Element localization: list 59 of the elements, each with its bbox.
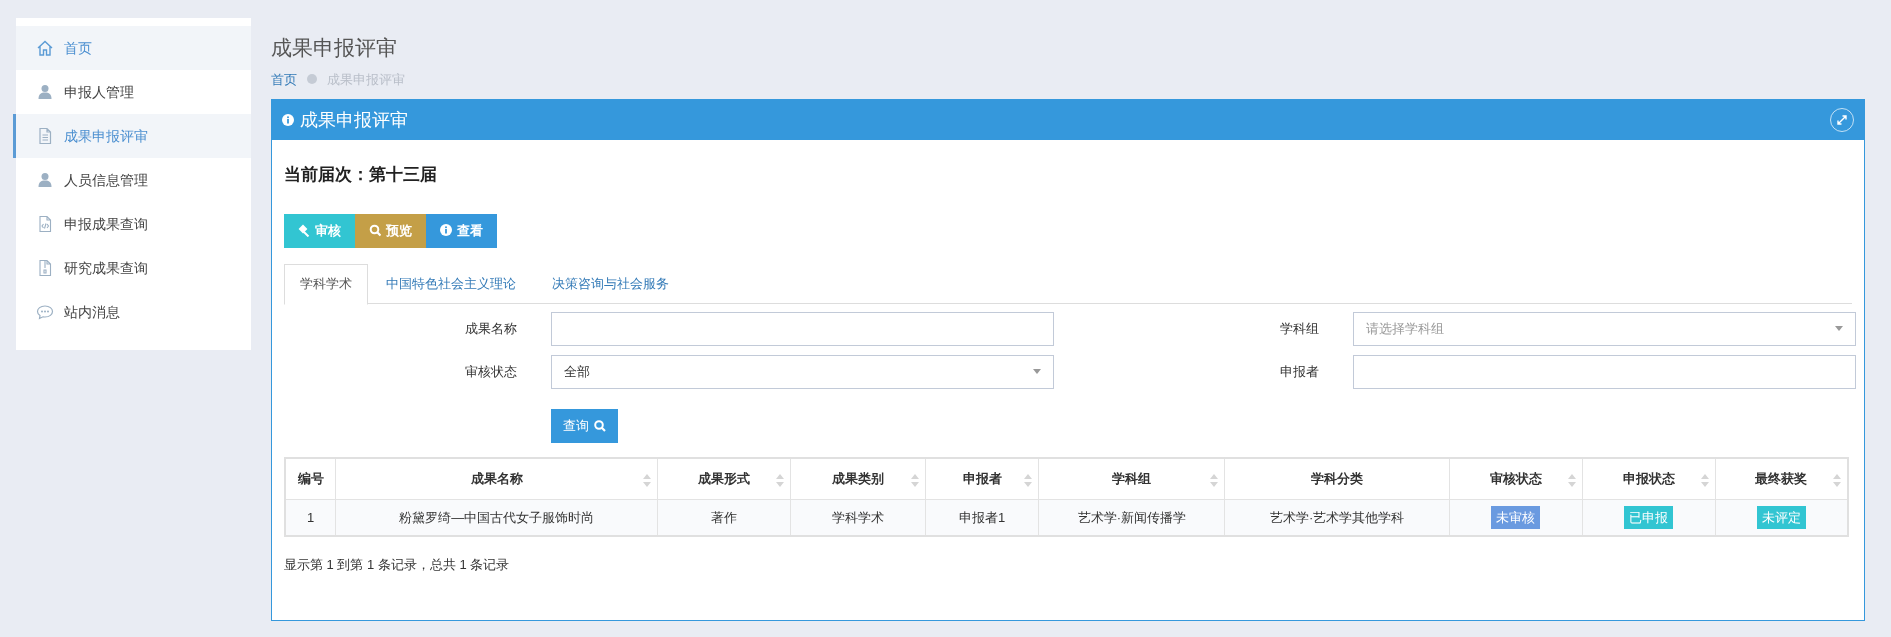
user-icon	[36, 171, 54, 189]
category-tab[interactable]: 决策咨询与社会服务	[534, 263, 687, 304]
column-header[interactable]: 申报者	[962, 471, 1002, 486]
expand-icon	[1836, 114, 1848, 126]
sort-icon[interactable]	[1567, 473, 1576, 487]
table-cell: 申报者1	[958, 509, 1006, 525]
dropdown-caret-icon	[1835, 326, 1843, 331]
archive-file-icon	[36, 259, 54, 277]
category-tab[interactable]: 中国特色社会主义理论	[368, 263, 534, 304]
column-header[interactable]: 最终获奖	[1755, 471, 1808, 486]
text-field[interactable]	[1353, 354, 1856, 389]
search-icon	[369, 224, 381, 237]
chat-icon	[36, 303, 54, 321]
pagination-summary: 显示第 1 到第 1 条记录，总共 1 条记录	[284, 555, 510, 574]
status-badge: 已申报	[1624, 505, 1674, 529]
user-icon	[36, 83, 54, 101]
sort-icon[interactable]	[775, 473, 784, 487]
field-label: 审核状态	[465, 362, 517, 381]
dropdown-caret-icon	[1033, 369, 1041, 374]
column-header[interactable]: 成果类别	[831, 471, 884, 486]
status-badge: 未审核	[1491, 505, 1541, 529]
sort-icon[interactable]	[1700, 473, 1709, 487]
table-cell: 粉黛罗绮—中国古代女子服饰时尚	[399, 509, 595, 525]
sort-icon[interactable]	[1833, 473, 1841, 487]
column-header[interactable]: 学科组	[1112, 471, 1152, 486]
status-badge: 未评定	[1756, 505, 1806, 529]
table-cell: 著作	[710, 509, 737, 525]
page-title: 成果申报评审	[271, 35, 397, 61]
table-cell: 艺术学·艺术学其他学科	[1269, 509, 1405, 525]
column-header[interactable]: 审核状态	[1489, 471, 1542, 486]
info-icon	[282, 114, 294, 126]
field-label: 成果名称	[465, 319, 517, 338]
column-header[interactable]: 编号	[297, 471, 324, 486]
sort-icon[interactable]	[910, 473, 919, 487]
column-header[interactable]: 学科分类	[1311, 471, 1364, 486]
text-field[interactable]	[551, 311, 1054, 346]
search-icon	[594, 419, 606, 432]
table-cell: 1	[307, 509, 315, 525]
document-icon	[36, 127, 54, 145]
field-label: 申报者	[1280, 362, 1319, 381]
column-header[interactable]: 申报状态	[1622, 471, 1675, 486]
panel-title: 成果申报评审	[300, 108, 408, 132]
gavel-icon	[298, 224, 310, 237]
field-label: 学科组	[1280, 319, 1319, 338]
breadcrumb-separator-icon	[307, 74, 317, 85]
sort-icon[interactable]	[643, 473, 651, 487]
column-header[interactable]: 成果名称	[470, 471, 523, 486]
home-icon	[36, 39, 54, 57]
code-file-icon	[36, 215, 54, 233]
table-cell: 学科学术	[831, 509, 884, 525]
sort-icon[interactable]	[1024, 473, 1033, 487]
column-header[interactable]: 成果形式	[697, 471, 750, 486]
breadcrumb-link[interactable]: 首页	[271, 69, 297, 89]
session-heading: 当前届次：第十三届	[284, 164, 437, 186]
table-cell: 艺术学·新闻传播学	[1077, 509, 1186, 525]
sort-icon[interactable]	[1210, 473, 1219, 487]
select-field[interactable]: 全部	[551, 354, 1054, 389]
category-tab[interactable]: 学科学术	[284, 263, 368, 305]
info-icon	[440, 224, 452, 237]
